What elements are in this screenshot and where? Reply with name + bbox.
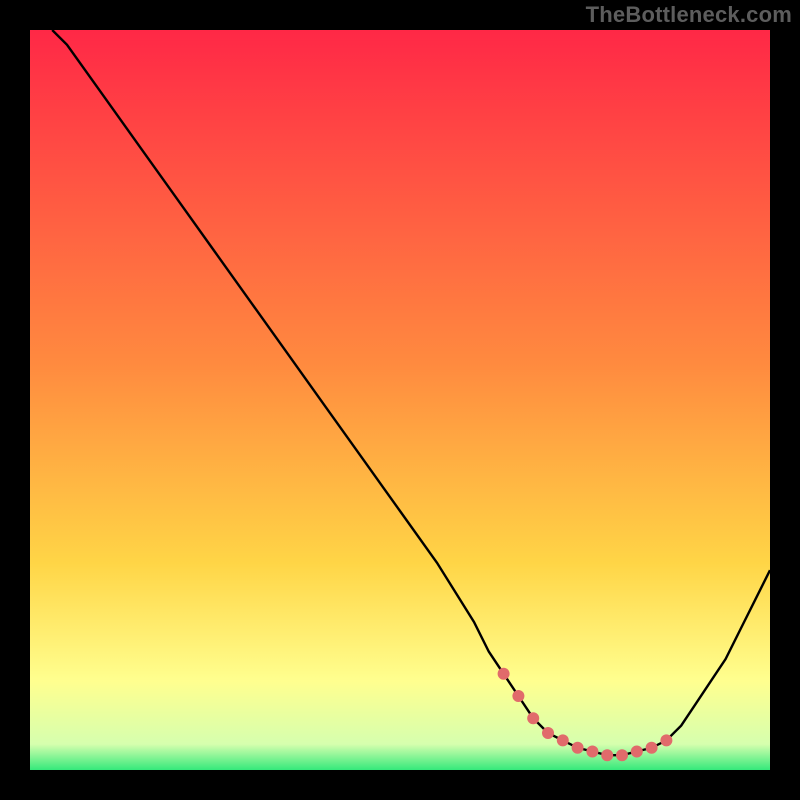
marker-dot — [601, 749, 613, 761]
marker-dot — [646, 742, 658, 754]
marker-dot — [660, 734, 672, 746]
marker-dot — [586, 746, 598, 758]
bottleneck-chart — [30, 30, 770, 770]
marker-dot — [542, 727, 554, 739]
marker-dot — [498, 668, 510, 680]
marker-dot — [616, 749, 628, 761]
marker-dot — [572, 742, 584, 754]
marker-dot — [512, 690, 524, 702]
marker-dot — [557, 734, 569, 746]
chart-container: TheBottleneck.com — [0, 0, 800, 800]
gradient-background — [30, 30, 770, 770]
plot-area — [30, 30, 770, 770]
marker-dot — [527, 712, 539, 724]
marker-dot — [631, 746, 643, 758]
watermark-text: TheBottleneck.com — [586, 2, 792, 28]
